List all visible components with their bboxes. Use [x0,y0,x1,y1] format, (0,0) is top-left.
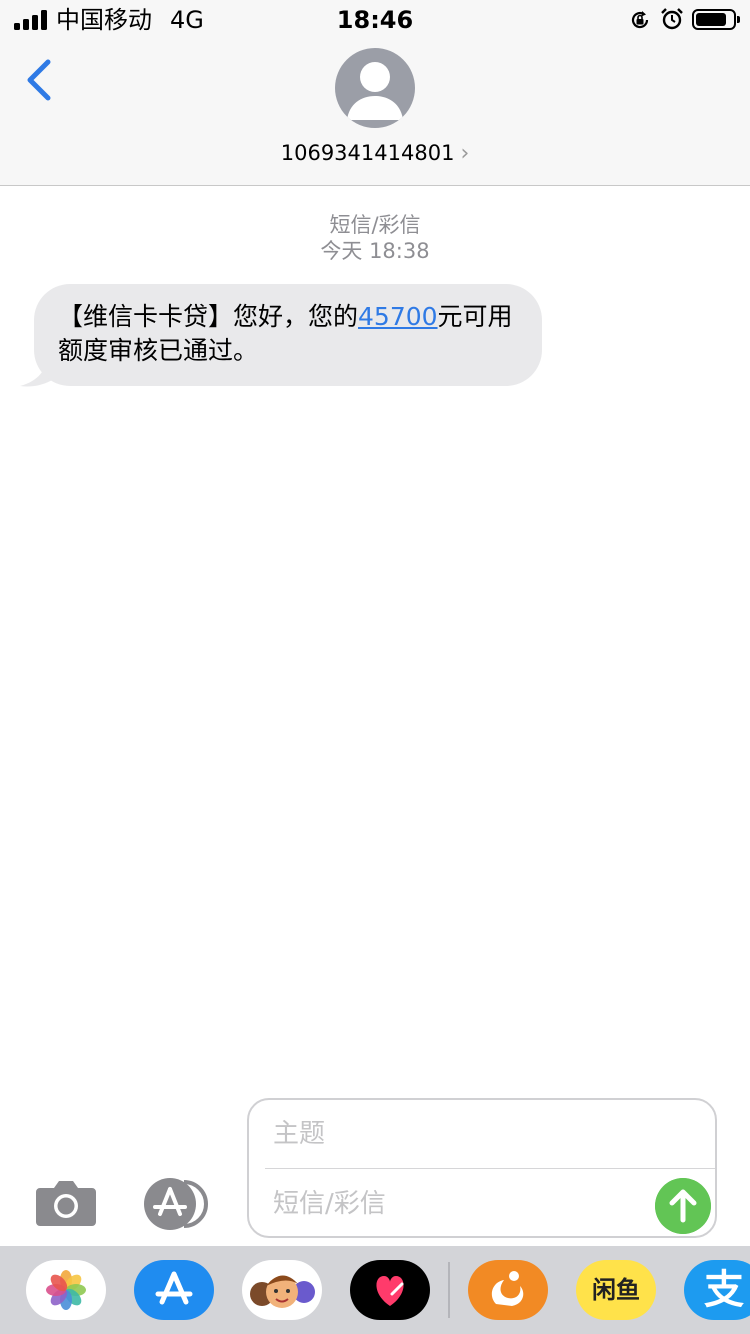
battery-icon [692,9,740,30]
subject-input[interactable] [273,1114,693,1154]
contact-name-button[interactable]: 1069341414801 › [0,140,750,167]
message-input[interactable] [273,1184,643,1224]
message-link[interactable]: 45700 [358,302,438,331]
drawer-divider [448,1262,450,1318]
chevron-right-icon: › [460,141,470,166]
message-bubble[interactable]: 【维信卡卡贷】您好，您的45700元可用额度审核已通过。 [34,284,542,386]
camera-button[interactable] [34,1178,98,1228]
send-button[interactable] [655,1178,711,1234]
status-bar: 中国移动 4G 18:46 [0,0,750,40]
app-drawer: 闲鱼 支 [0,1246,750,1334]
orientation-lock-icon [631,11,649,29]
alarm-icon [661,8,683,30]
digital-touch-app-icon[interactable] [350,1260,430,1320]
message-timestamp: 今天 18:38 [320,239,430,263]
alipay-label: 支 [704,1267,744,1313]
uc-browser-app-icon[interactable] [468,1260,548,1320]
contact-avatar[interactable] [335,48,415,128]
message-text: 【维信卡卡贷】您好，您的 [58,302,359,331]
service-label: 短信/彩信 [329,213,421,237]
memoji-app-icon[interactable] [242,1260,322,1320]
xianyu-label: 闲鱼 [592,1276,640,1304]
app-store-button[interactable] [140,1178,212,1230]
back-button[interactable] [18,56,68,106]
conversation-header: 1069341414801 › [0,40,750,186]
contact-number: 1069341414801 [280,141,455,165]
xianyu-app-icon[interactable]: 闲鱼 [576,1260,656,1320]
person-icon [347,62,403,120]
app-store-app-icon[interactable] [134,1260,214,1320]
compose-divider [265,1168,715,1169]
photos-app-icon[interactable] [26,1260,106,1320]
alipay-app-icon[interactable]: 支 [684,1260,750,1320]
compose-box [247,1098,717,1238]
